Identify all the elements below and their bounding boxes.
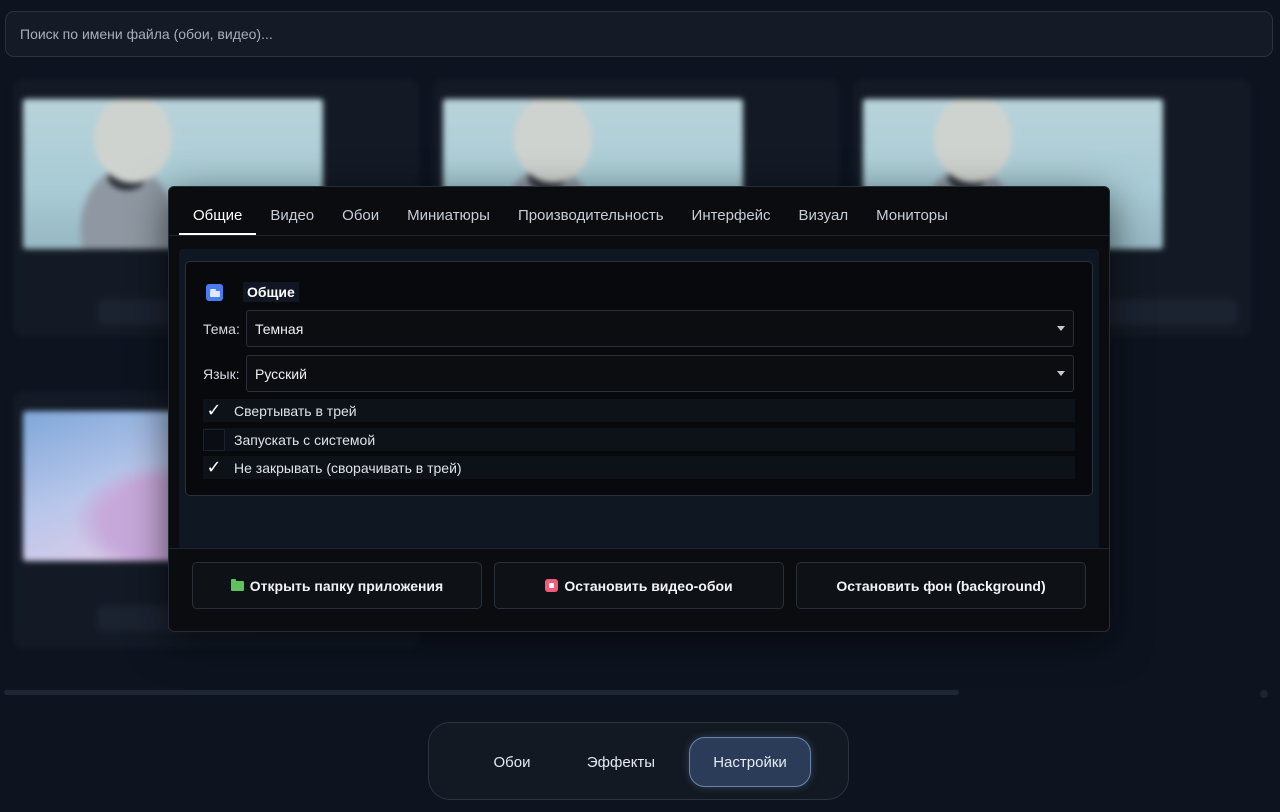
checkbox-label: Не закрывать (сворачивать в трей): [234, 459, 462, 476]
close-to-tray-checkbox[interactable]: ✓ Не закрывать (сворачивать в трей): [203, 456, 1075, 479]
language-select[interactable]: Русский: [246, 355, 1074, 392]
stop-video-wallpaper-label: Остановить видео-обои: [564, 577, 733, 594]
settings-dialog: Общие Видео Обои Миниатюры Производитель…: [168, 186, 1110, 632]
theme-row: Тема: Темная: [203, 310, 1074, 347]
stop-video-wallpaper-button[interactable]: Остановить видео-обои: [494, 562, 784, 609]
chevron-down-icon: [1057, 326, 1065, 331]
tabs-divider: [169, 235, 1109, 236]
open-app-folder-label: Открыть папку приложения: [249, 577, 444, 594]
checkbox-label: Запускать с системой: [234, 431, 376, 448]
chevron-down-icon: [1057, 371, 1065, 376]
tab-wallpapers[interactable]: Обои: [328, 201, 393, 233]
tab-general[interactable]: Общие: [179, 201, 257, 235]
nav-effects[interactable]: Эффекты: [569, 737, 673, 787]
tab-thumbnails[interactable]: Миниатюры: [393, 201, 504, 233]
tab-video[interactable]: Видео: [256, 201, 328, 233]
group-header: Общие: [206, 282, 299, 302]
scroll-arrow-icon[interactable]: [1260, 690, 1268, 698]
group-title: Общие: [243, 282, 299, 302]
checkmark-icon[interactable]: ✓: [203, 457, 225, 479]
theme-label: Тема:: [203, 320, 240, 337]
general-group: Общие Тема: Темная Язык: Русский ✓ Сверт…: [185, 261, 1093, 496]
theme-value: Темная: [255, 320, 304, 337]
tab-interface[interactable]: Интерфейс: [678, 201, 785, 233]
theme-select[interactable]: Темная: [246, 310, 1074, 347]
general-settings-panel: Общие Тема: Темная Язык: Русский ✓ Сверт…: [179, 249, 1099, 549]
folder-icon: [206, 283, 223, 301]
footer-divider: [169, 548, 1109, 549]
search-bar[interactable]: [5, 11, 1273, 57]
tab-monitors[interactable]: Мониторы: [862, 201, 962, 233]
folder-icon: [230, 578, 244, 591]
stop-background-label: Остановить фон (background): [836, 577, 1046, 594]
tab-visual[interactable]: Визуал: [785, 201, 863, 233]
horizontal-scrollbar[interactable]: [4, 690, 959, 695]
open-app-folder-button[interactable]: Открыть папку приложения: [192, 562, 482, 609]
stop-icon: [545, 579, 559, 592]
checkbox-empty-icon[interactable]: [203, 428, 225, 451]
language-value: Русский: [255, 365, 307, 382]
autostart-checkbox[interactable]: Запускать с системой: [203, 428, 1075, 451]
stop-background-button[interactable]: Остановить фон (background): [796, 562, 1086, 609]
bottom-nav: Обои Эффекты Настройки: [428, 722, 849, 800]
nav-wallpapers[interactable]: Обои: [469, 737, 555, 787]
search-input[interactable]: [20, 26, 1258, 42]
language-row: Язык: Русский: [203, 355, 1074, 392]
checkmark-icon[interactable]: ✓: [203, 400, 225, 422]
checkbox-label: Свертывать в трей: [234, 402, 357, 419]
settings-tabs: Общие Видео Обои Миниатюры Производитель…: [179, 201, 962, 235]
nav-settings[interactable]: Настройки: [689, 737, 811, 787]
minimize-to-tray-checkbox[interactable]: ✓ Свертывать в трей: [203, 399, 1075, 422]
language-label: Язык:: [203, 365, 240, 382]
tab-performance[interactable]: Производительность: [504, 201, 678, 233]
